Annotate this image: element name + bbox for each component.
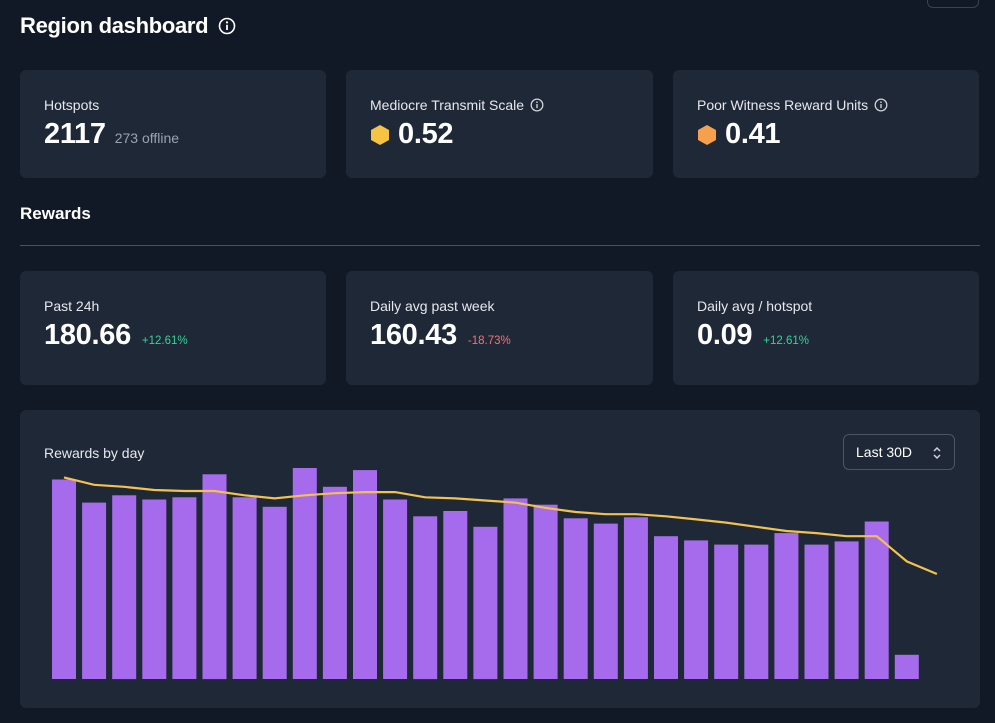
chart-bar: [443, 511, 468, 679]
chart-bar: [894, 654, 919, 679]
past-24h-value: 180.66: [44, 319, 131, 351]
chart-bar: [744, 544, 769, 679]
page-title: Region dashboard: [20, 13, 209, 38]
rewards-bar-chart: [52, 468, 938, 680]
chart-bar: [322, 486, 347, 679]
witness-reward-card: Poor Witness Reward Units 0.41: [673, 70, 979, 178]
daily-avg-hotspot-value: 0.09: [697, 319, 753, 351]
header: Region dashboard: [20, 13, 236, 39]
hotspots-card: Hotspots 2117 273 offline: [20, 70, 326, 178]
chart-bar: [593, 523, 618, 679]
daily-avg-week-delta: -18.73%: [467, 335, 511, 347]
chart-bar: [142, 499, 167, 679]
rewards-chart-card: Rewards by day Last 30D: [20, 410, 980, 708]
info-circle-icon[interactable]: [218, 17, 236, 35]
chart-bar: [383, 499, 408, 679]
divider: [20, 245, 980, 246]
chart-bar: [413, 516, 438, 680]
chart-bar: [292, 468, 317, 679]
hexagon-icon: [371, 124, 389, 145]
chart-bar: [503, 498, 528, 679]
chart-bar: [654, 536, 678, 679]
transmit-scale-card: Mediocre Transmit Scale 0.52: [346, 70, 653, 178]
chart-bar: [52, 479, 76, 679]
top-right-button[interactable]: [927, 0, 979, 8]
hotspots-value: 2117: [44, 118, 106, 150]
daily-avg-hotspot-card: Daily avg / hotspot 0.09 +12.61%: [673, 271, 979, 385]
transmit-scale-value: 0.52: [398, 118, 454, 150]
chart-bar: [774, 533, 799, 679]
info-circle-icon[interactable]: [530, 98, 544, 112]
hexagon-icon: [698, 124, 716, 145]
chart-bar: [262, 506, 287, 679]
chart-bar: [684, 540, 709, 679]
chart-bar: [623, 517, 648, 679]
chart-bar: [202, 474, 227, 680]
chart-bar: [473, 526, 498, 680]
hotspots-label: Hotspots: [44, 97, 100, 113]
daily-avg-week-value: 160.43: [370, 319, 457, 351]
past-24h-label: Past 24h: [44, 298, 100, 314]
chart-bar: [804, 544, 829, 679]
witness-reward-value: 0.41: [725, 118, 781, 150]
daily-avg-week-label: Daily avg past week: [370, 298, 495, 314]
chart-bar: [563, 518, 588, 679]
transmit-scale-label: Mediocre Transmit Scale: [370, 97, 525, 113]
chart-bar: [82, 502, 107, 679]
daily-avg-hotspot-delta: +12.61%: [763, 335, 809, 347]
daily-avg-week-card: Daily avg past week 160.43 -18.73%: [346, 271, 653, 385]
chart-bar: [232, 497, 257, 679]
chart-bar: [112, 495, 137, 680]
witness-reward-label: Poor Witness Reward Units: [697, 97, 869, 113]
daily-avg-hotspot-label: Daily avg / hotspot: [697, 298, 813, 314]
chart-bar: [353, 470, 377, 679]
chart-bar: [864, 521, 889, 679]
past-24h-card: Past 24h 180.66 +12.61%: [20, 271, 326, 385]
chart-bar: [834, 541, 859, 679]
chart-bar: [533, 504, 558, 679]
offline-count: 273 offline: [114, 130, 180, 146]
chart-bar: [172, 497, 197, 679]
info-circle-icon[interactable]: [874, 98, 888, 112]
rewards-section-title: Rewards: [20, 204, 91, 223]
chart-bar: [714, 544, 739, 679]
past-24h-delta: +12.61%: [141, 335, 188, 347]
